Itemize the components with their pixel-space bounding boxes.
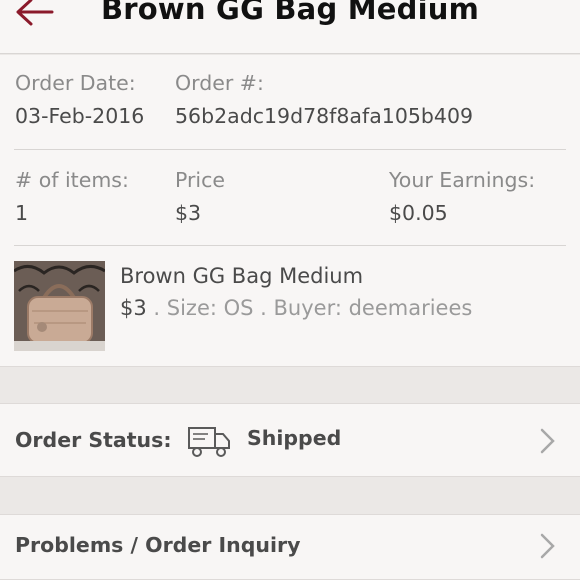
bag-photo bbox=[14, 261, 105, 351]
order-status-label: Order Status: bbox=[15, 428, 172, 452]
header-bar: Brown GG Bag Medium bbox=[0, 0, 580, 54]
item-thumbnail[interactable] bbox=[14, 261, 105, 351]
order-status-row[interactable]: Order Status: Shipped bbox=[0, 403, 580, 477]
price-label: Price bbox=[175, 168, 226, 192]
order-inquiry-row[interactable]: Problems / Order Inquiry bbox=[0, 514, 580, 580]
page-title: Brown GG Bag Medium bbox=[101, 0, 479, 26]
divider bbox=[14, 245, 566, 246]
order-details-card: Order Date: Order #: 03-Feb-2016 56b2adc… bbox=[0, 55, 580, 367]
order-inquiry-label: Problems / Order Inquiry bbox=[15, 533, 301, 557]
order-status-value: Shipped bbox=[247, 426, 342, 450]
earnings-value: $0.05 bbox=[389, 201, 448, 225]
item-summary: $3 . Size: OS . Buyer: deemariees bbox=[120, 296, 472, 320]
items-count-label: # of items: bbox=[15, 168, 129, 192]
earnings-label: Your Earnings: bbox=[389, 168, 536, 192]
price-value: $3 bbox=[175, 201, 202, 225]
items-count-value: 1 bbox=[15, 201, 29, 225]
item-title: Brown GG Bag Medium bbox=[120, 264, 364, 288]
chevron-right-icon bbox=[540, 428, 555, 454]
divider bbox=[14, 149, 566, 150]
order-date-value: 03-Feb-2016 bbox=[15, 104, 145, 128]
item-price: $3 bbox=[120, 296, 147, 320]
item-details: . Size: OS . Buyer: deemariees bbox=[146, 296, 473, 320]
order-date-label: Order Date: bbox=[15, 71, 136, 95]
chevron-right-icon bbox=[540, 533, 555, 559]
order-number-label: Order #: bbox=[175, 71, 264, 95]
delivery-truck-icon bbox=[188, 427, 230, 457]
order-number-value: 56b2adc19d78f8afa105b409 bbox=[175, 104, 474, 128]
